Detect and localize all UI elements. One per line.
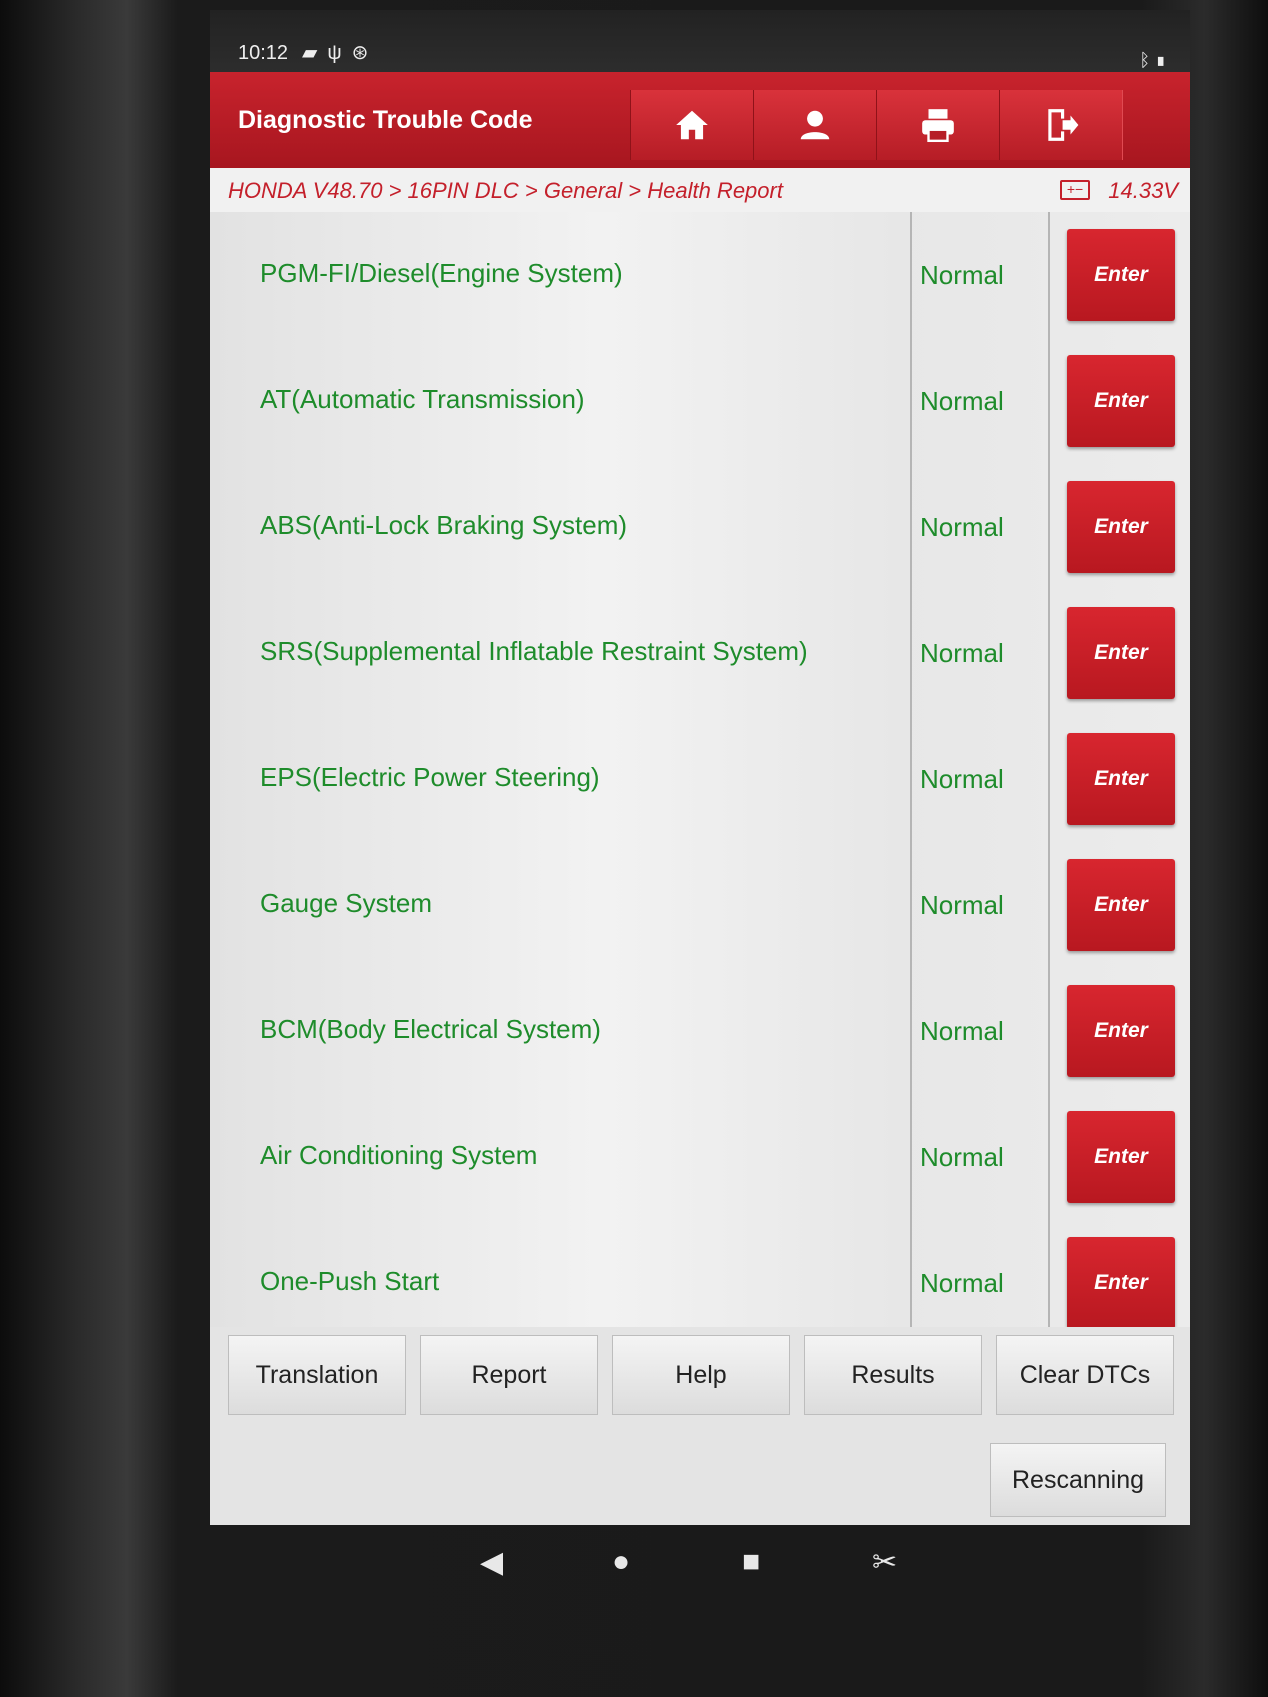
status-system-icons: ᛒ ▮ [1139,50,1166,71]
system-row: Air Conditioning System Normal Enter [210,1094,1190,1222]
system-row: ABS(Anti-Lock Braking System) Normal Ent… [210,464,1190,592]
system-row: One-Push Start Normal Enter [210,1220,1190,1327]
battery-voltage: 14.33V [1108,178,1178,203]
enter-button[interactable]: Enter [1067,1111,1175,1203]
divider [910,338,912,464]
enter-button[interactable]: Enter [1067,481,1175,573]
page-title: Diagnostic Trouble Code [238,106,533,134]
system-status: Normal [920,1016,1004,1046]
system-status: Normal [920,386,1004,416]
recents-icon[interactable]: ■ [742,1545,760,1579]
status-time: 10:12 [238,42,289,64]
divider [1048,590,1050,716]
system-status: Normal [920,1268,1004,1298]
print-button[interactable] [876,90,1000,160]
battery-voltage-icon: +− [1060,180,1090,200]
system-row: PGM-FI/Diesel(Engine System) Normal Ente… [210,212,1190,340]
user-button[interactable] [753,90,877,160]
system-name: AT(Automatic Transmission) [260,384,585,414]
system-row: Gauge System Normal Enter [210,842,1190,970]
divider [1048,842,1050,968]
app-header: Diagnostic Trouble Code [210,72,1190,168]
bluetooth-icon: ᛒ [1139,50,1151,70]
system-status: Normal [920,1142,1004,1172]
gallery-icon: ▰ [302,42,328,64]
divider [910,464,912,590]
enter-button[interactable]: Enter [1067,733,1175,825]
system-list: PGM-FI/Diesel(Engine System) Normal Ente… [210,212,1190,1327]
enter-button[interactable]: Enter [1067,1237,1175,1327]
system-name: ABS(Anti-Lock Braking System) [260,510,628,540]
user-icon [800,110,830,140]
system-row: AT(Automatic Transmission) Normal Enter [210,338,1190,466]
action-bar: Translation Report Help Results Clear DT… [210,1327,1190,1525]
home-button[interactable] [630,90,754,160]
system-status: Normal [920,260,1004,290]
system-name: Gauge System [260,888,432,918]
battery-icon: ▮ [1155,50,1166,70]
status-bar: 10:12 ▰ψ⊛ ᛒ ▮ [210,10,1190,72]
breadcrumb-bar: HONDA V48.70 > 16PIN DLC > General > Hea… [210,168,1190,213]
home-nav-icon[interactable]: ● [612,1545,630,1579]
results-button[interactable]: Results [804,1335,982,1415]
divider [910,590,912,716]
screenshot-icon[interactable]: ✂ [872,1545,897,1580]
divider [1048,338,1050,464]
divider [1048,968,1050,1094]
divider [1048,464,1050,590]
help-button[interactable]: Help [612,1335,790,1415]
home-icon [676,110,708,140]
clear-dtcs-button[interactable]: Clear DTCs [996,1335,1174,1415]
divider [910,842,912,968]
system-name: Air Conditioning System [260,1140,538,1170]
system-name: EPS(Electric Power Steering) [260,762,600,792]
enter-button[interactable]: Enter [1067,355,1175,447]
back-icon[interactable]: ◀ [480,1545,503,1580]
device-screen: 10:12 ▰ψ⊛ ᛒ ▮ Diagnostic Trouble Code HO… [210,10,1190,1525]
translation-button[interactable]: Translation [228,1335,406,1415]
divider [1048,1220,1050,1327]
system-row: BCM(Body Electrical System) Normal Enter [210,968,1190,1096]
divider [910,1220,912,1327]
divider [1048,212,1050,338]
enter-button[interactable]: Enter [1067,985,1175,1077]
divider [910,716,912,842]
divider [1048,1094,1050,1220]
system-name: SRS(Supplemental Inflatable Restraint Sy… [260,636,808,666]
enter-button[interactable]: Enter [1067,229,1175,321]
system-name: One-Push Start [260,1266,440,1296]
enter-button[interactable]: Enter [1067,607,1175,699]
system-row: EPS(Electric Power Steering) Normal Ente… [210,716,1190,844]
rescanning-button[interactable]: Rescanning [990,1443,1166,1517]
divider [910,1094,912,1220]
accessibility-icon: ⊛ [351,42,379,64]
system-status: Normal [920,890,1004,920]
status-notification-icons: ▰ψ⊛ [302,40,378,65]
exit-icon [1048,109,1079,141]
divider [910,968,912,1094]
system-name: BCM(Body Electrical System) [260,1014,601,1044]
report-button[interactable]: Report [420,1335,598,1415]
system-status: Normal [920,764,1004,794]
system-status: Normal [920,638,1004,668]
android-nav-bar: ◀ ● ■ ✂ [0,1525,1268,1605]
system-name: PGM-FI/Diesel(Engine System) [260,258,623,288]
enter-button[interactable]: Enter [1067,859,1175,951]
divider [910,212,912,338]
breadcrumb: HONDA V48.70 > 16PIN DLC > General > Hea… [228,178,783,203]
system-row: SRS(Supplemental Inflatable Restraint Sy… [210,590,1190,718]
system-status: Normal [920,512,1004,542]
print-icon [922,109,954,143]
usb-icon: ψ [327,42,352,64]
divider [1048,716,1050,842]
exit-button[interactable] [999,90,1123,160]
